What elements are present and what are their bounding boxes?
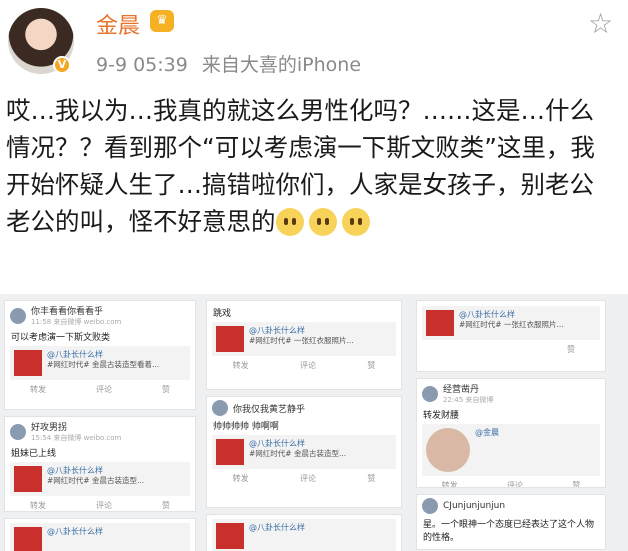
card-username: 你丰看看你看看乎 [31, 307, 104, 317]
card-text: 可以考虑演一下斯文败类 [11, 333, 111, 343]
card-username: 你我仅我黄艺静乎 [233, 404, 306, 415]
comment-card[interactable]: CJunjunjunjun 星。一个眼神一个态度已经表达了这个人物的性格。 [416, 494, 606, 550]
like-button[interactable]: 赞 [572, 480, 580, 487]
card-text: 星。一个眼神一个态度已经表达了这个人物的性格。 [423, 520, 595, 543]
post-timestamp: 9-9 05:39 [96, 54, 188, 76]
crown-icon: ♛ [150, 10, 174, 32]
card-text: 跳戏 [213, 309, 232, 319]
card-meta: 15:54 来自微博 weibo.com [31, 434, 122, 442]
quote-text: #网红时代# 一张红衣服照片... [459, 320, 564, 329]
like-button[interactable]: 赞 [567, 344, 575, 355]
thumbnail [216, 523, 244, 549]
quote-name: @八卦长什么样 [47, 527, 103, 536]
card-meta: 22:45 来自微博 [443, 396, 494, 404]
post-body: 哎…我以为…我真的就这么男性化吗？……这是…什么情况？？看到那个“可以考虑演一下… [6, 92, 618, 240]
quoted-post[interactable]: @八卦长什么样 [212, 519, 396, 551]
avatar [422, 498, 438, 514]
emoji-face-icon [308, 208, 337, 236]
quote-name: @八卦长什么样 [47, 466, 103, 475]
card-actions: 转发 评论 赞 [417, 476, 605, 487]
comment-card[interactable]: 你丰看看你看看乎 11:58 来自微博 weibo.com 可以考虑演一下斯文败类… [4, 300, 196, 410]
avatar [422, 385, 438, 402]
thumbnail [216, 326, 244, 352]
comment-button[interactable]: 评论 [96, 384, 112, 395]
card-username: 好攻男拐 [31, 423, 68, 433]
avatar [10, 423, 26, 440]
repost-button[interactable]: 转发 [233, 473, 249, 484]
thumbnail [14, 350, 42, 376]
quote-name: @八卦长什么样 [459, 310, 515, 319]
card-username: CJunjunjunjun [443, 501, 506, 511]
avatar [212, 400, 228, 416]
comment-card[interactable]: @八卦长什么样 #网红时代# 一张红衣服照片... 赞 [416, 300, 606, 372]
card-username: 经营凿丹 [443, 385, 480, 395]
quote-name: @八卦长什么样 [47, 350, 103, 359]
repost-button[interactable]: 转发 [30, 384, 46, 395]
like-button[interactable]: 赞 [367, 360, 375, 371]
comment-button[interactable]: 评论 [300, 360, 316, 371]
card-text: 转发财腰 [423, 411, 460, 421]
quote-text: #网红时代# 金晨古装造型... [249, 449, 347, 458]
comment-button[interactable]: 评论 [300, 473, 316, 484]
quoted-post[interactable]: @八卦长什么样 #网红时代# 一张红衣服照片... [422, 306, 600, 340]
quoted-post[interactable]: @八卦长什么样 #网红时代# 一张红衣服照片... [212, 322, 396, 356]
card-actions: 转发 评论 赞 [207, 356, 401, 375]
thumbnail [14, 466, 42, 492]
verified-badge: V [53, 56, 71, 74]
card-text: 帅帅帅帅 帅啊啊 [213, 422, 279, 432]
quote-text: #网红时代# 金晨古装造型... [47, 476, 145, 485]
post-header: V 金晨 ♛ 9-9 05:39 来自大喜的iPhone ☆ [0, 0, 628, 88]
emoji-face-icon [341, 208, 370, 236]
quoted-post[interactable]: @八卦长什么样 [10, 523, 190, 551]
avatar [10, 307, 26, 324]
quote-name: @八卦长什么样 [249, 523, 305, 532]
quote-name: @八卦长什么样 [249, 326, 305, 335]
thumbnail [426, 428, 470, 472]
comment-button[interactable]: 评论 [507, 480, 523, 487]
comment-card[interactable]: @八卦长什么样 [206, 514, 402, 551]
quote-name: @金晨 [475, 428, 499, 437]
comment-card[interactable]: @八卦长什么样 [4, 518, 196, 551]
card-actions: 转发 评论 赞 [5, 380, 195, 399]
repost-button[interactable]: 转发 [30, 500, 46, 511]
like-button[interactable]: 赞 [162, 500, 170, 511]
quote-text: #网红时代# 金晨古装造型看着... [47, 360, 160, 369]
thumbnail [14, 527, 42, 551]
card-meta: 11:58 来自微博 weibo.com [31, 318, 122, 326]
like-button[interactable]: 赞 [162, 384, 170, 395]
comment-button[interactable]: 评论 [96, 500, 112, 511]
post-source: 来自大喜的iPhone [201, 54, 362, 76]
card-actions: 转发 评论 赞 [5, 496, 195, 511]
username[interactable]: 金晨 [96, 8, 140, 40]
repost-button[interactable]: 转发 [442, 480, 458, 487]
repost-button[interactable]: 转发 [233, 360, 249, 371]
card-text: 姐妹已上线 [11, 449, 57, 459]
screenshot-collage: 你丰看看你看看乎 11:58 来自微博 weibo.com 可以考虑演一下斯文败类… [0, 294, 628, 551]
star-icon[interactable]: ☆ [588, 10, 613, 38]
thumbnail [426, 310, 454, 336]
quote-name: @八卦长什么样 [249, 439, 305, 448]
quoted-post[interactable]: @八卦长什么样 #网红时代# 金晨古装造型... [10, 462, 190, 496]
comment-card[interactable]: 你我仅我黄艺静乎 帅帅帅帅 帅啊啊 @八卦长什么样 #网红时代# 金晨古装造型..… [206, 396, 402, 508]
emoji-face-icon [275, 208, 304, 236]
card-actions: 赞 [417, 340, 605, 359]
like-button[interactable]: 赞 [367, 473, 375, 484]
card-actions: 转发 评论 赞 [207, 469, 401, 488]
post-meta: 9-9 05:39 来自大喜的iPhone [96, 50, 361, 77]
comment-card[interactable]: 好攻男拐 15:54 来自微博 weibo.com 姐妹已上线 @八卦长什么样 #网… [4, 416, 196, 512]
quoted-post[interactable]: @八卦长什么样 #网红时代# 金晨古装造型... [212, 435, 396, 469]
quoted-post[interactable]: @金晨 [422, 424, 600, 476]
quote-text: #网红时代# 一张红衣服照片... [249, 336, 354, 345]
thumbnail [216, 439, 244, 465]
emoji-group [275, 207, 375, 236]
comment-card[interactable]: 跳戏 @八卦长什么样 #网红时代# 一张红衣服照片... 转发 评论 赞 [206, 300, 402, 390]
quoted-post[interactable]: @八卦长什么样 #网红时代# 金晨古装造型看着... [10, 346, 190, 380]
comment-card[interactable]: 经营凿丹 22:45 来自微博 转发财腰 @金晨 转发 评论 赞 [416, 378, 606, 488]
